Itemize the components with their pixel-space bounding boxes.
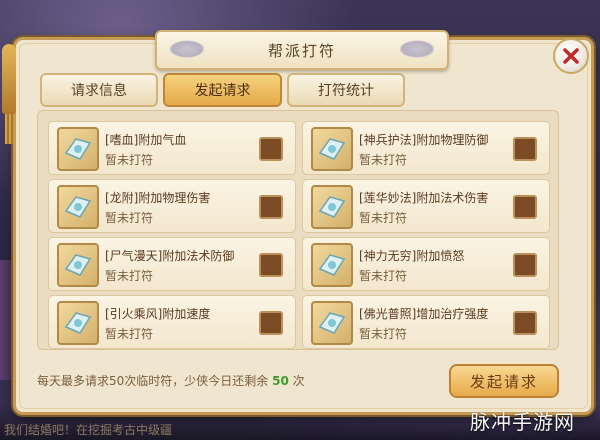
tassel-decoration — [2, 44, 16, 144]
daily-limit-text: 每天最多请求50次临时符，少侠今日还剩余 50 次 — [37, 372, 305, 389]
talisman-status: 暂未打符 — [359, 269, 408, 283]
talisman-scroll-icon — [57, 127, 99, 171]
talisman-item[interactable]: [佛光普照]增加治疗强度 暂未打符 — [302, 295, 550, 349]
talisman-scroll-icon — [311, 301, 353, 345]
tab-send-request[interactable]: 发起请求 — [163, 73, 282, 107]
tab-label: 打符统计 — [318, 83, 374, 99]
talisman-item[interactable]: [尸气漫天]附加法术防御 暂未打符 — [48, 237, 296, 291]
talisman-item[interactable]: [嗜血]附加气血 暂未打符 — [48, 121, 296, 175]
talisman-status: 暂未打符 — [105, 327, 154, 341]
daily-limit-label: 每天最多请求50次临时符，少侠今日还剩余 — [37, 374, 269, 388]
talisman-scroll-icon — [57, 301, 99, 345]
talisman-name: [龙附]附加物理伤害 — [105, 191, 211, 205]
talisman-name: [莲华妙法]附加法术伤害 — [359, 191, 489, 205]
talisman-scroll-icon — [57, 243, 99, 287]
title-banner: 帮派打符 — [155, 30, 449, 70]
talisman-item[interactable]: [莲华妙法]附加法术伤害 暂未打符 — [302, 179, 550, 233]
talisman-checkbox[interactable] — [513, 253, 537, 277]
talisman-status: 暂未打符 — [359, 211, 408, 225]
send-request-button[interactable]: 发起请求 — [449, 364, 559, 398]
talisman-scroll-icon — [311, 185, 353, 229]
talisman-list: [嗜血]附加气血 暂未打符 [神兵护法]附加物理防御 暂未打符 [龙附]附加物理… — [37, 110, 559, 350]
talisman-status: 暂未打符 — [359, 327, 408, 341]
talisman-checkbox[interactable] — [259, 137, 283, 161]
talisman-checkbox[interactable] — [513, 311, 537, 335]
talisman-name: [神兵护法]附加物理防御 — [359, 133, 489, 147]
talisman-name: [引火乘风]附加速度 — [105, 307, 211, 321]
site-watermark: 脉冲手游网 — [470, 410, 575, 434]
talisman-status: 暂未打符 — [359, 153, 408, 167]
talisman-item[interactable]: [龙附]附加物理伤害 暂未打符 — [48, 179, 296, 233]
talisman-item[interactable]: [引火乘风]附加速度 暂未打符 — [48, 295, 296, 349]
tab-label: 请求信息 — [71, 83, 127, 99]
talisman-name: [神力无穷]附加愤怒 — [359, 249, 465, 263]
send-request-label: 发起请求 — [469, 372, 538, 391]
talisman-scroll-icon — [311, 243, 353, 287]
talisman-checkbox[interactable] — [513, 137, 537, 161]
count-unit: 次 — [292, 374, 305, 388]
tab-request-info[interactable]: 请求信息 — [40, 73, 158, 107]
panel-title: 帮派打符 — [267, 41, 336, 60]
talisman-name: [尸气漫天]附加法术防御 — [105, 249, 235, 263]
talisman-status: 暂未打符 — [105, 269, 154, 283]
talisman-status: 暂未打符 — [105, 211, 154, 225]
talisman-scroll-icon — [311, 127, 353, 171]
talisman-scroll-icon — [57, 185, 99, 229]
talisman-checkbox[interactable] — [259, 311, 283, 335]
tab-talisman-stats[interactable]: 打符统计 — [287, 73, 405, 107]
talisman-checkbox[interactable] — [259, 195, 283, 219]
close-x-icon — [563, 48, 579, 64]
tab-label: 发起请求 — [194, 83, 251, 99]
talisman-item[interactable]: [神力无穷]附加愤怒 暂未打符 — [302, 237, 550, 291]
close-button[interactable] — [553, 38, 589, 74]
talisman-checkbox[interactable] — [513, 195, 537, 219]
talisman-name: [嗜血]附加气血 — [105, 133, 187, 147]
talisman-status: 暂未打符 — [105, 153, 154, 167]
talisman-checkbox[interactable] — [259, 253, 283, 277]
talisman-name: [佛光普照]增加治疗强度 — [359, 307, 489, 321]
talisman-item[interactable]: [神兵护法]附加物理防御 暂未打符 — [302, 121, 550, 175]
chat-message: 我们结婚吧！在挖掘考古中级疆 — [4, 423, 173, 437]
remaining-count: 50 — [272, 374, 289, 388]
